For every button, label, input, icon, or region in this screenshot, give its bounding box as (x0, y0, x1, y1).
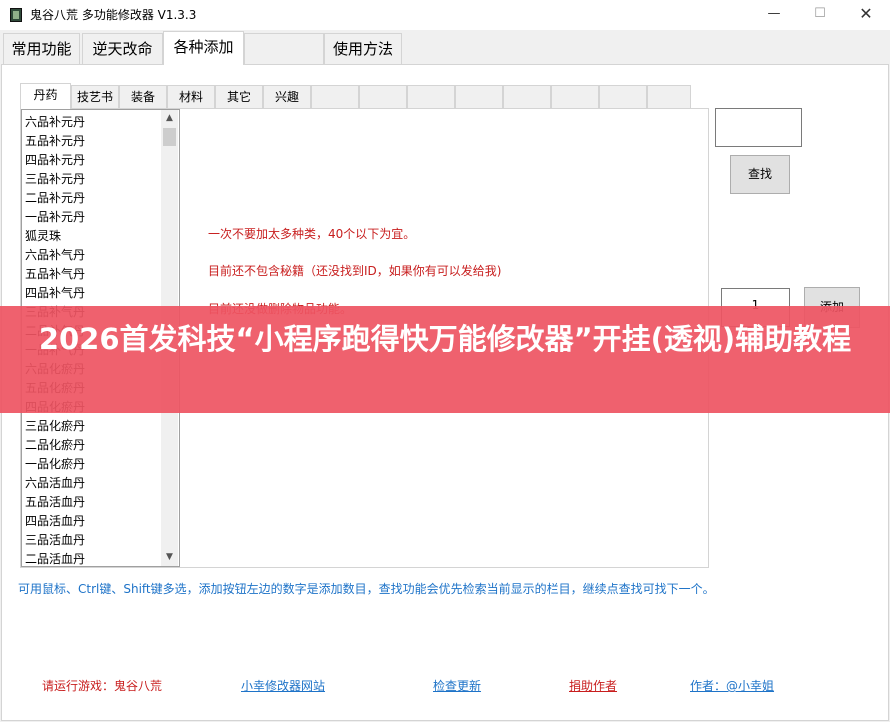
subtab-empty-5 (503, 85, 551, 108)
subtab-empty-6 (551, 85, 599, 108)
list-item[interactable]: 二品补元丹 (25, 189, 85, 208)
sub-tab-bar: 丹药 技艺书 装备 材料 其它 兴趣 (20, 83, 691, 109)
list-item[interactable]: 六品补气丹 (25, 246, 85, 265)
list-item[interactable]: 六品补元丹 (25, 113, 85, 132)
list-item[interactable]: 二品化瘀丹 (25, 436, 85, 455)
tab-empty (244, 33, 324, 64)
usage-hint: 可用鼠标、Ctrl键、Shift键多选，添加按钮左边的数字是添加数目，查找功能会… (18, 582, 715, 596)
list-item[interactable]: 四品补气丹 (25, 284, 85, 303)
list-item[interactable]: 一品补元丹 (25, 208, 85, 227)
maximize-button[interactable]: ☐ (798, 3, 842, 27)
list-item[interactable]: 四品活血丹 (25, 512, 85, 531)
list-item[interactable]: 三品补元丹 (25, 170, 85, 189)
minimize-button[interactable]: — (752, 3, 796, 27)
subtab-materials[interactable]: 材料 (167, 85, 215, 108)
subtab-empty-8 (647, 85, 691, 108)
tab-common-functions[interactable]: 常用功能 (3, 33, 80, 64)
list-item[interactable]: 五品补元丹 (25, 132, 85, 151)
list-item[interactable]: 一品化瘀丹 (25, 455, 85, 474)
subtab-empty-2 (359, 85, 407, 108)
scroll-thumb[interactable] (163, 128, 176, 146)
list-item[interactable]: 二品活血丹 (25, 550, 85, 566)
subtab-equipment[interactable]: 装备 (119, 85, 167, 108)
subtab-empty-7 (599, 85, 647, 108)
search-input[interactable] (715, 108, 802, 147)
subtab-others[interactable]: 其它 (215, 85, 263, 108)
subtab-empty-4 (455, 85, 503, 108)
title-bar: 鬼谷八荒 多功能修改器 V1.3.3 — ☐ ✕ (0, 0, 890, 30)
note-2: 目前还不包含秘籍（还没找到ID，如果你有可以发给我) (208, 264, 502, 278)
window-title: 鬼谷八荒 多功能修改器 V1.3.3 (30, 8, 197, 22)
list-item[interactable]: 狐灵珠 (25, 227, 61, 246)
list-item[interactable]: 六品活血丹 (25, 474, 85, 493)
search-button[interactable]: 查找 (730, 155, 790, 194)
game-status-text: 请运行游戏：鬼谷八荒 (42, 679, 163, 693)
tab-usage[interactable]: 使用方法 (324, 33, 402, 64)
main-tab-bar: 常用功能 逆天改命 各种添加 使用方法 (0, 31, 890, 65)
subtab-interests[interactable]: 兴趣 (263, 85, 311, 108)
subtab-empty-3 (407, 85, 455, 108)
subtab-empty-1 (311, 85, 359, 108)
tab-change-fate[interactable]: 逆天改命 (82, 33, 163, 64)
close-button[interactable]: ✕ (844, 3, 888, 27)
app-icon (10, 8, 22, 22)
subtab-skill-books[interactable]: 技艺书 (71, 85, 119, 108)
note-1: 一次不要加太多种类，40个以下为宜。 (208, 227, 416, 241)
scroll-up-icon[interactable]: ▲ (161, 110, 178, 127)
overlay-banner: 2026首发科技“小程序跑得快万能修改器”开挂(透视)辅助教程 (0, 306, 890, 413)
donate-link[interactable]: 捐助作者 (569, 677, 617, 694)
author-link[interactable]: 作者：@小幸姐 (690, 677, 774, 694)
check-update-link[interactable]: 检查更新 (433, 677, 481, 694)
tab-various-add[interactable]: 各种添加 (163, 31, 244, 65)
list-item[interactable]: 五品活血丹 (25, 493, 85, 512)
list-item[interactable]: 三品化瘀丹 (25, 417, 85, 436)
list-item[interactable]: 五品补气丹 (25, 265, 85, 284)
scroll-down-icon[interactable]: ▼ (161, 549, 178, 566)
list-item[interactable]: 三品活血丹 (25, 531, 85, 550)
website-link[interactable]: 小幸修改器网站 (241, 677, 325, 694)
subtab-pills[interactable]: 丹药 (20, 83, 71, 109)
list-item[interactable]: 四品补元丹 (25, 151, 85, 170)
